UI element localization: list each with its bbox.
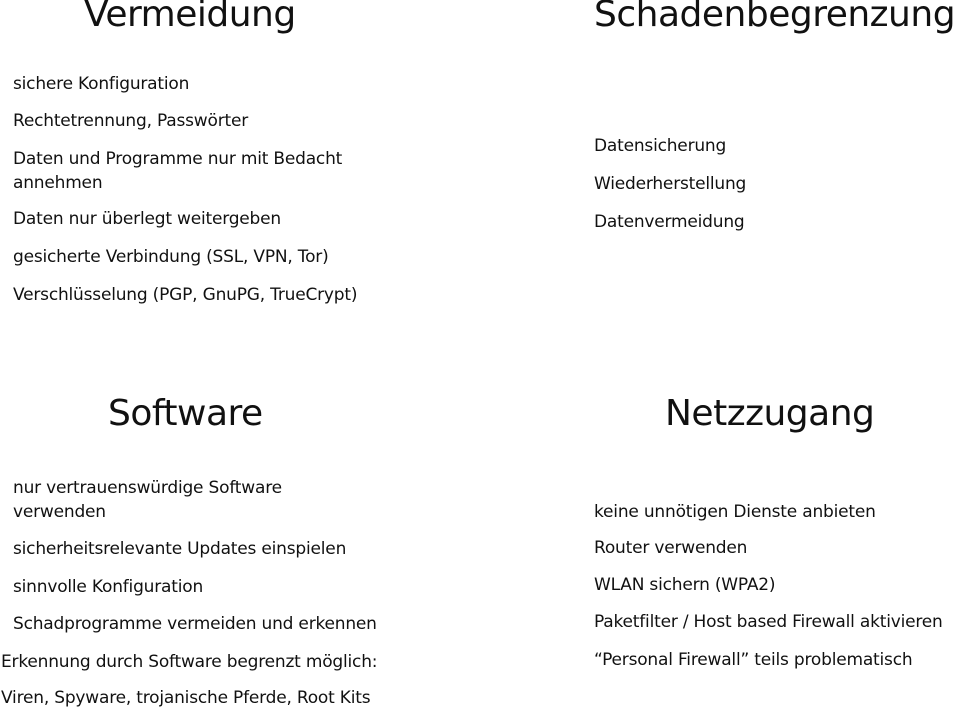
list-item: Wiederherstellung bbox=[594, 174, 747, 194]
section-title-vermeidung: Vermeidung bbox=[84, 0, 296, 35]
list-item: Erkennung durch Software begrenzt möglic… bbox=[1, 652, 378, 672]
list-item: sichere Konfiguration bbox=[13, 74, 190, 94]
list-item: Datenvermeidung bbox=[594, 212, 745, 232]
list-item: Router verwenden bbox=[594, 538, 748, 558]
list-item: gesicherte Verbindung (SSL, VPN, Tor) bbox=[13, 247, 329, 267]
list-item: sinnvolle Konfiguration bbox=[13, 577, 204, 597]
section-title-software: Software bbox=[108, 393, 263, 434]
list-item: sicherheitsrelevante Updates einspielen bbox=[13, 539, 347, 559]
list-item: Daten nur überlegt weitergeben bbox=[13, 209, 281, 229]
list-item: Paketfilter / Host based Firewall aktivi… bbox=[594, 612, 943, 632]
list-item: Viren, Spyware, trojanische Pferde, Root… bbox=[1, 688, 371, 708]
section-title-schadenbegrenzung: Schadenbegrenzung bbox=[594, 0, 956, 35]
list-item: Rechtetrennung, Passwörter bbox=[13, 111, 249, 131]
section-title-netzzugang: Netzzugang bbox=[665, 393, 875, 434]
list-item: Verschlüsselung (PGP, GnuPG, TrueCrypt) bbox=[13, 285, 358, 305]
list-item: WLAN sichern (WPA2) bbox=[594, 575, 776, 595]
list-item: keine unnötigen Dienste anbieten bbox=[594, 502, 876, 522]
list-item: Datensicherung bbox=[594, 136, 727, 156]
list-item: “Personal Firewall” teils problematisch bbox=[594, 650, 913, 670]
list-item: Daten und Programme nur mit Bedacht anne… bbox=[13, 149, 343, 193]
list-item: nur vertrauenswürdige Software verwenden bbox=[13, 478, 282, 522]
list-item: Schadprogramme vermeiden und erkennen bbox=[13, 614, 377, 634]
